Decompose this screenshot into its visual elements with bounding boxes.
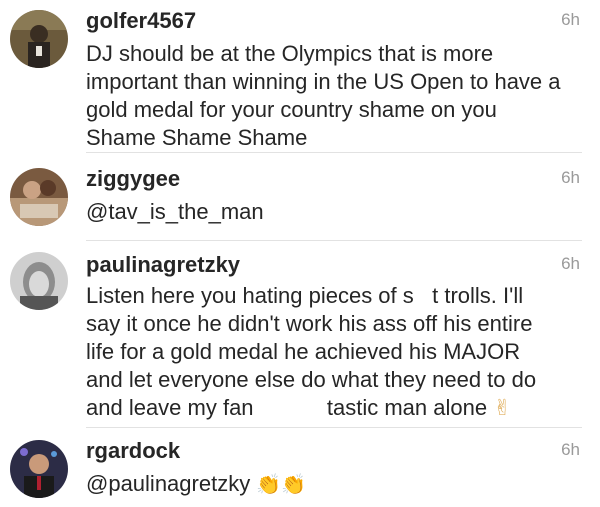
divider [86, 240, 582, 241]
comment-text: Listen here you hating pieces of s t tro… [86, 282, 578, 422]
mention-link[interactable]: @paulinagretzky [86, 471, 250, 496]
comment-username[interactable]: ziggygee [86, 166, 578, 192]
victory-hand-emoji: ✌ [493, 395, 512, 420]
comment-text-segment: and leave my fan tastic man alone [86, 395, 488, 420]
comment-text-line: say it once he didn't work his ass off h… [86, 311, 533, 336]
comment-timestamp: 6h [561, 10, 580, 29]
comment-username[interactable]: paulinagretzky [86, 252, 578, 278]
comment-text: DJ should be at the Olympics that is mor… [86, 41, 567, 150]
avatar[interactable] [10, 10, 68, 68]
avatar[interactable] [10, 168, 68, 226]
comment-text: @paulinagretzky 👏👏 [86, 470, 578, 499]
comment-timestamp: 6h [561, 254, 580, 273]
divider [86, 152, 582, 153]
comment-username[interactable]: golfer4567 [86, 8, 578, 34]
clapping-hands-emoji: 👏👏 [256, 474, 307, 496]
comment-text-line: life for a gold medal he achieved his MA… [86, 339, 521, 364]
avatar[interactable] [10, 440, 68, 498]
comment-text-line: and let everyone else do what they need … [86, 367, 537, 392]
divider [86, 427, 582, 428]
comment-username[interactable]: rgardock [86, 438, 578, 464]
comment-timestamp: 6h [561, 440, 580, 459]
comment-text-line: Listen here you hating pieces of s t tro… [86, 283, 524, 308]
comment-text-line: and leave my fan tastic man alone ✌ [86, 394, 578, 422]
comment-timestamp: 6h [561, 168, 580, 187]
mention-link[interactable]: @tav_is_the_man [86, 198, 578, 226]
avatar[interactable] [10, 252, 68, 310]
